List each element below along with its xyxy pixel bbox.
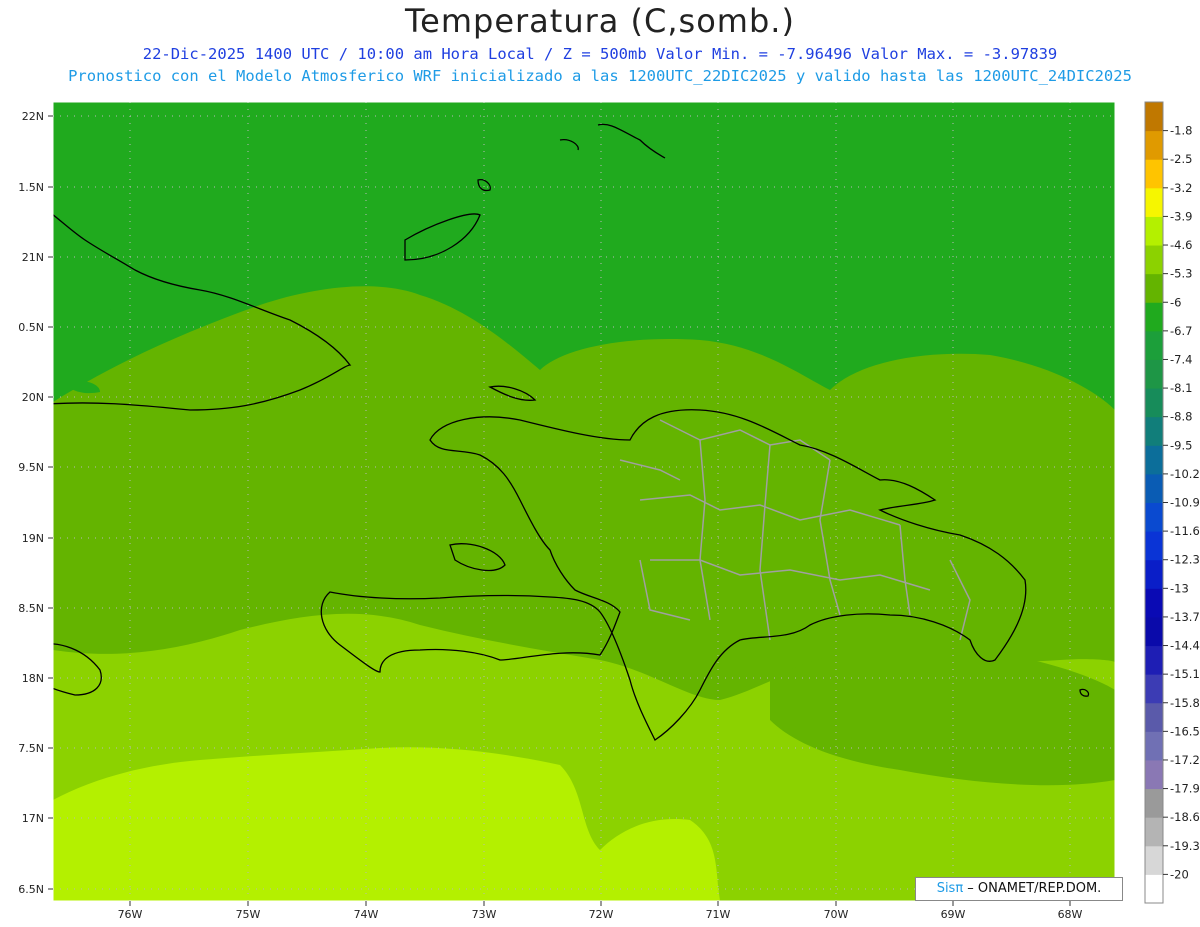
colorbar-swatch — [1145, 502, 1163, 532]
colorbar-swatch — [1145, 817, 1163, 847]
y-label-16-5n: 6.5N — [18, 883, 44, 896]
colorbar-swatch — [1145, 388, 1163, 418]
x-label-71w: 71W — [706, 908, 731, 921]
colorbar-label: -10.2 — [1170, 467, 1200, 481]
colorbar-label: -9.5 — [1170, 438, 1192, 452]
colorbar-swatch — [1145, 216, 1163, 246]
colorbar-label: -13.7 — [1170, 610, 1200, 624]
colorbar-label: -15.8 — [1170, 696, 1200, 710]
colorbar-swatch — [1145, 616, 1163, 647]
x-label-69w: 69W — [941, 908, 966, 921]
colorbar-label: -16.5 — [1170, 724, 1200, 738]
colorbar-label: -13 — [1170, 581, 1189, 595]
colorbar: -1.8 -2.5 -3.2 -3.9 -4.6 -5.3 -6 -6.7 -7.4 -8.1 -8… — [1144, 101, 1200, 904]
x-label-75w: 75W — [236, 908, 261, 921]
colorbar-swatch — [1145, 302, 1163, 332]
colorbar-label: -1.8 — [1170, 124, 1192, 138]
colorbar-swatch — [1145, 130, 1163, 160]
x-label-72w: 72W — [589, 908, 614, 921]
y-label-22n: 22N — [22, 110, 44, 123]
y-label-20n: 20N — [22, 391, 44, 404]
map-figure: 22N 1.5N 21N 0.5N 20N 9.5N 19N 8.5N 18N … — [18, 101, 1200, 921]
y-label-19n: 19N — [22, 532, 44, 545]
colorbar-label: -6.7 — [1170, 324, 1192, 338]
colorbar-swatch — [1145, 531, 1163, 561]
colorbar-label: -17.2 — [1170, 753, 1200, 767]
colorbar-swatch — [1145, 159, 1163, 189]
credit-box: Sisπ – ONAMET/REP.DOM. — [915, 877, 1123, 901]
y-label-20-5n: 0.5N — [18, 321, 44, 334]
colorbar-swatch — [1145, 731, 1163, 761]
colorbar-swatch — [1145, 702, 1163, 732]
colorbar-label: -17.9 — [1170, 782, 1200, 796]
colorbar-swatch — [1145, 445, 1163, 475]
y-label-17n: 17N — [22, 812, 44, 825]
colorbar-label: -4.6 — [1170, 238, 1192, 252]
y-axis: 22N 1.5N 21N 0.5N 20N 9.5N 19N 8.5N 18N … — [18, 110, 53, 896]
credit-text: – ONAMET/REP.DOM. — [963, 881, 1102, 896]
credit-sis: Sis — [936, 881, 956, 896]
colorbar-swatch — [1145, 473, 1163, 503]
colorbar-swatch — [1145, 645, 1163, 675]
y-label-18-5n: 8.5N — [18, 602, 44, 615]
colorbar-label: -6 — [1170, 295, 1181, 309]
colorbar-swatch — [1145, 187, 1163, 217]
colorbar-swatch — [1145, 674, 1163, 704]
colorbar-label: -8.1 — [1170, 381, 1192, 395]
colorbar-label: -7.4 — [1170, 352, 1192, 366]
y-label-19-5n: 9.5N — [18, 461, 44, 474]
colorbar-label: -15.1 — [1170, 667, 1200, 681]
colorbar-swatch — [1145, 102, 1163, 132]
x-label-68w: 68W — [1058, 908, 1083, 921]
y-label-21n: 21N — [22, 251, 44, 264]
colorbar-label: -14.4 — [1170, 639, 1200, 653]
credit-pi: π — [955, 881, 964, 896]
colorbar-swatch — [1145, 559, 1163, 589]
x-label-74w: 74W — [354, 908, 379, 921]
colorbar-swatch — [1145, 588, 1163, 618]
colorbar-swatch — [1145, 874, 1163, 904]
colorbar-label: -20 — [1170, 867, 1189, 881]
colorbar-label: -8.8 — [1170, 410, 1192, 424]
colorbar-label: -11.6 — [1170, 524, 1200, 538]
x-axis: 76W 75W 74W 73W 72W 71W 70W 69W 68W — [118, 901, 1083, 921]
y-label-17-5n: 7.5N — [18, 742, 44, 755]
colorbar-label: -5.3 — [1170, 267, 1192, 281]
colorbar-swatch — [1145, 245, 1163, 275]
colorbar-swatch — [1145, 330, 1163, 360]
colorbar-swatch — [1145, 359, 1163, 389]
y-label-21-5n: 1.5N — [18, 181, 44, 194]
colorbar-label: -18.6 — [1170, 810, 1200, 824]
colorbar-swatch — [1145, 273, 1163, 303]
colorbar-swatch — [1145, 759, 1163, 790]
colorbar-swatch — [1145, 788, 1163, 818]
colorbar-swatch — [1145, 845, 1163, 875]
colorbar-label: -3.2 — [1170, 181, 1192, 195]
colorbar-label: -3.9 — [1170, 209, 1192, 223]
x-label-73w: 73W — [472, 908, 497, 921]
colorbar-label: -12.3 — [1170, 553, 1200, 567]
x-label-76w: 76W — [118, 908, 143, 921]
temperature-field — [53, 102, 1115, 901]
colorbar-swatch — [1145, 416, 1163, 446]
colorbar-label: -2.5 — [1170, 152, 1192, 166]
colorbar-label: -10.9 — [1170, 496, 1200, 510]
y-label-18n: 18N — [22, 672, 44, 685]
colorbar-label: -19.3 — [1170, 839, 1200, 853]
x-label-70w: 70W — [824, 908, 849, 921]
